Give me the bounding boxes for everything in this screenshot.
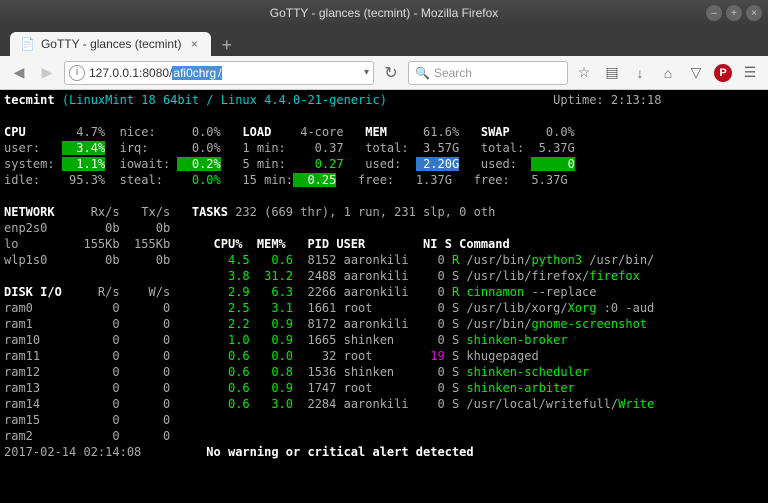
reload-button[interactable]: ↻ bbox=[380, 63, 402, 83]
maximize-button[interactable]: + bbox=[726, 5, 742, 21]
browser-tab[interactable]: 📄 GoTTY - glances (tecmint) × bbox=[10, 32, 211, 56]
search-icon: 🔍 bbox=[415, 66, 430, 80]
reader-icon[interactable]: ▤ bbox=[602, 63, 622, 83]
toolbar: ◀ ▶ i 127.0.0.1:8080/afi0chrg/ ▾ ↻ 🔍 Sea… bbox=[0, 56, 768, 90]
close-button[interactable]: × bbox=[746, 5, 762, 21]
url-selected: afi0chrg bbox=[172, 66, 217, 80]
info-icon[interactable]: i bbox=[69, 65, 85, 81]
url-tail: / bbox=[217, 66, 222, 80]
bookmark-icon[interactable]: ☆ bbox=[574, 63, 594, 83]
search-bar[interactable]: 🔍 Search bbox=[408, 61, 568, 85]
pinterest-icon[interactable]: P bbox=[714, 64, 732, 82]
home-icon[interactable]: ⌂ bbox=[658, 63, 678, 83]
menu-icon[interactable]: ☰ bbox=[740, 63, 760, 83]
terminal[interactable]: tecmint (LinuxMint 18 64bit / Linux 4.4.… bbox=[0, 90, 768, 503]
forward-button[interactable]: ▶ bbox=[36, 62, 58, 84]
pocket-icon[interactable]: ▽ bbox=[686, 63, 706, 83]
downloads-icon[interactable]: ↓ bbox=[630, 63, 650, 83]
new-tab-button[interactable]: + bbox=[211, 35, 242, 56]
url-host: 127.0.0.1:8080 bbox=[89, 66, 169, 80]
tab-close-icon[interactable]: × bbox=[187, 37, 201, 51]
window-title: GoTTY - glances (tecmint) - Mozilla Fire… bbox=[270, 6, 499, 20]
minimize-button[interactable]: – bbox=[706, 5, 722, 21]
tab-label: GoTTY - glances (tecmint) bbox=[41, 37, 181, 51]
back-button[interactable]: ◀ bbox=[8, 62, 30, 84]
tab-bar: 📄 GoTTY - glances (tecmint) × + bbox=[0, 26, 768, 56]
window-titlebar: GoTTY - glances (tecmint) - Mozilla Fire… bbox=[0, 0, 768, 26]
dropdown-icon[interactable]: ▾ bbox=[364, 67, 369, 78]
search-placeholder: Search bbox=[434, 66, 472, 80]
url-bar[interactable]: i 127.0.0.1:8080/afi0chrg/ ▾ bbox=[64, 61, 374, 85]
tab-favicon: 📄 bbox=[20, 37, 35, 51]
